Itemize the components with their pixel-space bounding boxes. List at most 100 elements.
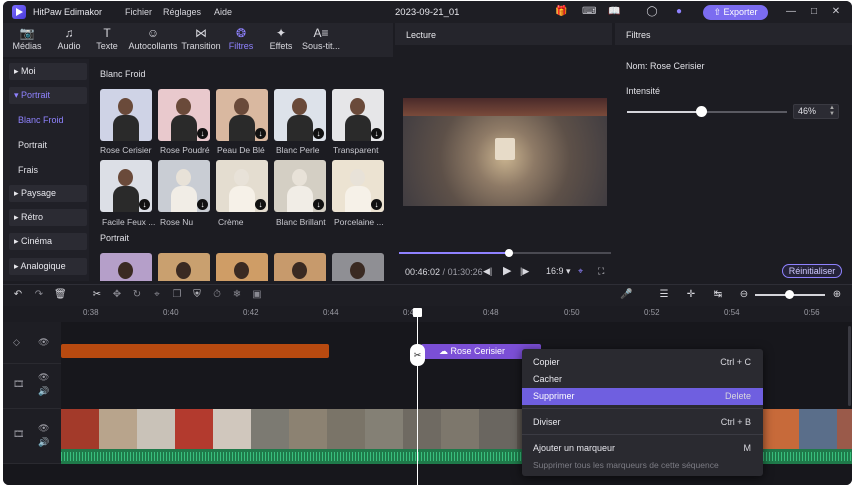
eye-icon[interactable]: 👁 bbox=[38, 337, 49, 348]
title-bar: HitPaw Edimakor Fichier Réglages Aide 20… bbox=[3, 1, 852, 23]
category-cinema[interactable]: ▸ Cinéma bbox=[9, 233, 87, 250]
eye-icon[interactable]: 👁 bbox=[38, 423, 49, 434]
filter-thumb[interactable] bbox=[100, 253, 152, 281]
menu-reglages[interactable]: Réglages bbox=[163, 7, 201, 17]
video-frame bbox=[403, 98, 607, 206]
undo-icon[interactable]: ↶ bbox=[12, 289, 24, 301]
export-button[interactable]: ⇧ Exporter bbox=[703, 5, 768, 20]
category-moi[interactable]: ▸ Moi bbox=[9, 63, 87, 80]
download-icon: ↓ bbox=[313, 128, 324, 139]
subcategory-blanc-froid[interactable]: Blanc Froid bbox=[18, 115, 64, 125]
timeline-scrollbar[interactable] bbox=[848, 326, 851, 406]
filter-categories: ▸ Moi ▾ Portrait Blanc Froid Portrait Fr… bbox=[3, 59, 89, 281]
eye-icon[interactable]: 👁 bbox=[38, 372, 49, 383]
aspect-ratio-select[interactable]: 16:9 ▾ bbox=[546, 266, 571, 277]
copy-icon[interactable]: ❐ bbox=[171, 289, 183, 301]
volume-icon[interactable]: 🔊 bbox=[38, 386, 49, 397]
menu-copy[interactable]: Copier Ctrl + C bbox=[522, 354, 763, 371]
filter-thumb[interactable]: ↓ bbox=[100, 160, 152, 212]
gift-icon[interactable]: 🎁 bbox=[555, 6, 567, 18]
playback-progress-knob[interactable] bbox=[505, 249, 514, 257]
maximize-icon[interactable]: □ bbox=[807, 5, 821, 19]
zoom-out-icon[interactable]: ⊖ bbox=[738, 289, 750, 301]
menu-aide[interactable]: Aide bbox=[214, 7, 232, 17]
cart-icon[interactable]: ● bbox=[673, 6, 685, 18]
effect-clip[interactable] bbox=[61, 344, 329, 358]
filter-thumb[interactable]: ↓ bbox=[332, 160, 384, 212]
tool-texte[interactable]: T Texte bbox=[83, 26, 131, 56]
ruler-tick: 0:52 bbox=[644, 308, 660, 317]
intensity-slider-knob[interactable] bbox=[695, 106, 707, 117]
scissors-icon[interactable]: ✂ bbox=[410, 344, 425, 366]
speed-icon[interactable]: ⏱ bbox=[211, 289, 223, 301]
filter-thumb[interactable] bbox=[274, 253, 326, 281]
filter-thumb[interactable] bbox=[100, 89, 152, 141]
app-name: HitPaw Edimakor bbox=[33, 7, 103, 17]
filter-thumb[interactable]: ↓ bbox=[158, 160, 210, 212]
tool-sous-titres[interactable]: A≡ Sous-tit... bbox=[297, 26, 345, 56]
split-icon[interactable]: ✂ bbox=[91, 289, 103, 301]
menu-split[interactable]: Diviser Ctrl + B bbox=[522, 414, 763, 431]
playhead[interactable] bbox=[417, 310, 418, 485]
subcategory-frais[interactable]: Frais bbox=[18, 165, 38, 175]
account-icon[interactable]: ◯ bbox=[646, 6, 658, 18]
fullscreen-icon[interactable]: ⛶ bbox=[598, 266, 604, 277]
intensity-input[interactable]: 46% ▲ ▼ bbox=[793, 104, 839, 119]
delete-icon[interactable]: 🗑 bbox=[54, 289, 67, 301]
filter-thumb[interactable] bbox=[216, 253, 268, 281]
crop-icon[interactable]: ⌖ bbox=[578, 266, 583, 277]
next-frame-icon[interactable]: |▶ bbox=[520, 266, 529, 277]
tool-medias[interactable]: 📷 Médias bbox=[3, 26, 51, 56]
menu-hide[interactable]: Cacher bbox=[522, 371, 763, 388]
move-icon[interactable]: ✥ bbox=[111, 289, 123, 301]
crop-tool-icon[interactable]: ⌖ bbox=[151, 289, 163, 301]
screenshot-icon[interactable]: ▣ bbox=[251, 289, 263, 301]
filter-thumb[interactable] bbox=[332, 253, 384, 281]
zoom-in-icon[interactable]: ⊕ bbox=[831, 289, 843, 301]
menu-fichier[interactable]: Fichier bbox=[125, 7, 152, 17]
app-logo-icon bbox=[12, 5, 26, 19]
menu-delete[interactable]: Supprimer Delete bbox=[522, 388, 763, 405]
tool-autocollants[interactable]: ☺ Autocollants bbox=[127, 26, 179, 56]
fit-icon[interactable]: ↹ bbox=[712, 289, 724, 301]
category-portrait[interactable]: ▾ Portrait bbox=[9, 87, 87, 104]
filter-thumb[interactable]: ↓ bbox=[216, 160, 268, 212]
filter-thumb[interactable]: ↓ bbox=[332, 89, 384, 141]
category-retro[interactable]: ▸ Rétro bbox=[9, 209, 87, 226]
filter-thumb[interactable]: ↓ bbox=[274, 89, 326, 141]
subcategory-portrait[interactable]: Portrait bbox=[18, 140, 47, 150]
track-header-main: 🎞 👁 🔊 bbox=[3, 409, 61, 464]
redo-icon[interactable]: ↷ bbox=[33, 289, 45, 301]
lock-icon[interactable]: ◇ bbox=[13, 337, 20, 348]
total-time: 01:30:26 bbox=[447, 267, 483, 277]
microphone-icon[interactable]: 🎤 bbox=[620, 289, 632, 301]
snap-icon[interactable]: ☰ bbox=[658, 289, 670, 301]
minimize-icon[interactable]: — bbox=[784, 5, 798, 19]
menu-add-marker[interactable]: Ajouter un marqueur M bbox=[522, 440, 763, 457]
reset-button[interactable]: Réinitialiser bbox=[782, 264, 842, 278]
filter-label: Rose Poudré bbox=[160, 145, 210, 155]
category-analogique[interactable]: ▸ Analogique bbox=[9, 258, 87, 275]
shield-icon[interactable]: ⛨ bbox=[191, 289, 203, 301]
volume-icon[interactable]: 🔊 bbox=[38, 437, 49, 448]
timeline-ruler[interactable]: 0:38 0:40 0:42 0:44 0:46 0:48 0:50 0:52 … bbox=[3, 306, 852, 322]
filter-thumb[interactable] bbox=[158, 253, 210, 281]
marker-icon[interactable]: ✛ bbox=[685, 289, 697, 301]
rotate-icon[interactable]: ↻ bbox=[131, 289, 143, 301]
zoom-slider-knob[interactable] bbox=[785, 290, 794, 299]
play-icon[interactable]: ▶ bbox=[503, 264, 511, 277]
filter-label: Porcelaine ... bbox=[334, 217, 384, 227]
freeze-icon[interactable]: ❄ bbox=[231, 289, 243, 301]
filter-thumb[interactable]: ↓ bbox=[274, 160, 326, 212]
playhead-handle[interactable] bbox=[413, 308, 422, 317]
stepper-icon[interactable]: ▲ ▼ bbox=[829, 105, 835, 117]
category-paysage[interactable]: ▸ Paysage bbox=[9, 185, 87, 202]
menu-item-shortcut: M bbox=[743, 443, 752, 453]
book-icon[interactable]: 📖 bbox=[608, 6, 620, 18]
prev-frame-icon[interactable]: ◀| bbox=[483, 266, 492, 277]
close-icon[interactable]: ✕ bbox=[829, 5, 843, 19]
filter-thumb[interactable]: ↓ bbox=[216, 89, 268, 141]
keyboard-icon[interactable]: ⌨ bbox=[582, 6, 596, 18]
filter-thumb[interactable]: ↓ bbox=[158, 89, 210, 141]
download-icon: ↓ bbox=[255, 199, 266, 210]
